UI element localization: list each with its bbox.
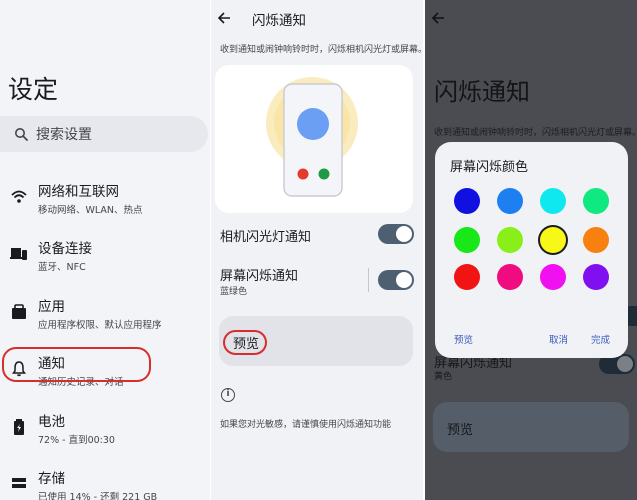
color-swatch[interactable] [540,264,566,290]
wifi-icon [11,190,27,203]
sensitivity-note: 如果您对光敏感，请谨慎使用闪烁通知功能 [220,420,392,430]
screen-flash-toggle[interactable] [378,270,414,290]
screen-flash-label: 屏幕闪烁通知 [220,269,299,284]
divider [368,268,369,292]
color-swatch[interactable] [454,188,480,214]
dialog-preview-button[interactable]: 预览 [454,332,473,346]
highlight-annotation [223,330,267,355]
page-title: 闪烁通知 [434,78,530,106]
settings-item-sublabel: 已使用 14% - 还剩 221 GB [38,492,158,500]
color-swatch[interactable] [454,264,480,290]
color-swatch[interactable] [497,188,523,214]
settings-item-label: 网络和互联网 [38,184,119,200]
color-swatch[interactable] [497,227,523,253]
back-arrow-icon[interactable] [428,8,448,28]
dialog-done-button[interactable]: 完成 [591,332,610,346]
preview-label: 预览 [447,423,474,438]
settings-item-sublabel: 蓝牙、NFC [38,262,86,273]
settings-item-label: 应用 [38,299,65,315]
back-arrow-icon[interactable] [214,8,234,28]
search-bar[interactable]: 搜索设置 [0,116,208,152]
settings-item-sublabel: 应用程序权限、默认应用程序 [38,320,162,331]
color-swatch[interactable] [583,227,609,253]
info-icon: i [221,388,235,402]
flash-illustration [215,65,413,213]
toggle-knob [396,226,412,242]
phone-illustration [266,77,358,197]
dialog-title: 屏幕闪烁颜色 [450,160,529,175]
page-description: 收到通知或闹钟响铃时时，闪烁相机闪光灯或屏幕。 [434,128,637,138]
settings-item-sublabel: 移动网络、WLAN、热点 [38,205,143,216]
settings-item-device-connection[interactable]: 设备连接 蓝牙、NFC [0,233,210,283]
settings-item-label: 设备连接 [38,241,92,257]
camera-flash-label: 相机闪光灯通知 [220,230,312,245]
apps-icon [12,304,26,319]
screen-flash-color: 黄色 [434,372,453,382]
settings-item-sublabel: 72% - 直到00:30 [38,435,115,446]
settings-item-network[interactable]: 网络和互联网 移动网络、WLAN、热点 [0,176,210,226]
color-swatch[interactable] [497,264,523,290]
color-picker-dialog: 屏幕闪烁颜色 预览 取消 完成 [435,142,628,358]
settings-item-battery[interactable]: 电池 72% - 直到00:30 [0,406,210,456]
page-description: 收到通知或闹钟响铃时时，闪烁相机闪光灯或屏幕。 [220,45,423,55]
page-title: 设定 [8,75,59,104]
settings-item-storage[interactable]: 存储 已使用 14% - 还剩 221 GB [0,463,210,500]
toggle-knob [617,356,633,372]
color-swatch[interactable] [583,188,609,214]
camera-flash-toggle[interactable] [378,224,414,244]
settings-item-label: 电池 [38,414,65,430]
search-icon [15,128,28,141]
settings-item-apps[interactable]: 应用 应用程序权限、默认应用程序 [0,291,210,341]
storage-icon [12,478,26,488]
screen-flash-color: 蓝绿色 [220,287,248,297]
devices-icon [10,248,27,260]
color-swatch[interactable] [583,264,609,290]
toggle-knob [396,272,412,288]
flash-color-dialog-screen: 闪烁通知 收到通知或闹钟响铃时时，闪烁相机闪光灯或屏幕。 屏幕闪烁通知 黄色 预… [425,0,637,500]
settings-item-label: 存储 [38,471,65,487]
color-swatch[interactable] [540,227,566,253]
battery-icon [14,419,24,435]
color-swatch[interactable] [540,188,566,214]
page-title: 闪烁通知 [252,13,306,29]
color-swatch[interactable] [454,227,480,253]
search-placeholder: 搜索设置 [36,127,92,143]
highlight-annotation [2,347,151,382]
dialog-cancel-button[interactable]: 取消 [549,332,568,346]
settings-screen: 设定 搜索设置 网络和互联网 移动网络、WLAN、热点 设备连接 蓝牙、NFC … [0,0,210,500]
flash-notification-screen: 闪烁通知 收到通知或闹钟响铃时时，闪烁相机闪光灯或屏幕。 相机闪光灯通知 屏幕闪… [211,0,423,500]
